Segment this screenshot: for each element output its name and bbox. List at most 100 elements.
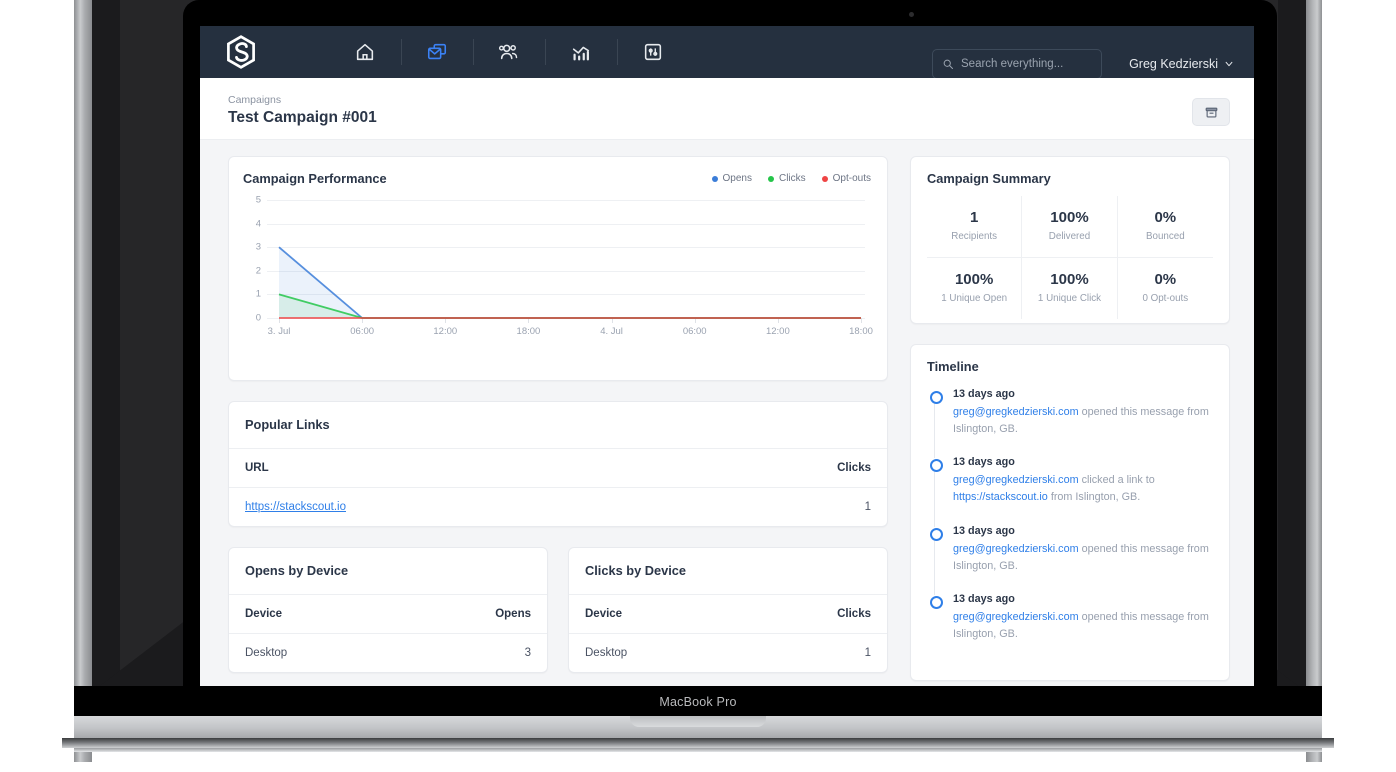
stackscout-logo[interactable] (223, 34, 259, 70)
series-line-clicks (279, 294, 861, 318)
x-axis-tick-label: 18:00 (517, 326, 541, 337)
summary-label: 1 Unique Open (929, 293, 1019, 304)
summary-label: Bounced (1120, 231, 1211, 242)
timeline-description: greg@gregkedzierski.com opened this mess… (953, 541, 1213, 574)
nav-item-contacts[interactable] (473, 26, 545, 78)
popular-links-card: Popular Links URL Clicks https://stacksc… (228, 401, 888, 527)
page-body: Campaign Performance Opens Clicks Opt-outs… (200, 140, 1254, 686)
clicks-by-device-columns: Device Clicks (569, 595, 887, 634)
column-clicks: Clicks (837, 608, 871, 620)
laptop-left-edge (74, 0, 92, 762)
y-axis-tick-label: 1 (243, 289, 261, 300)
timeline-contact-link[interactable]: greg@gregkedzierski.com (953, 543, 1079, 555)
x-axis-tick-label: 06:00 (683, 326, 707, 337)
summary-value: 100% (929, 271, 1019, 288)
legend-item-opens[interactable]: Opens (712, 173, 752, 184)
chart-title: Campaign Performance (243, 171, 387, 186)
legend-swatch (712, 176, 718, 182)
timeline-contact-link[interactable]: greg@gregkedzierski.com (953, 611, 1079, 623)
timeline-contact-link[interactable]: greg@gregkedzierski.com (953, 474, 1079, 486)
people-icon (498, 41, 520, 63)
timeline-contact-link[interactable]: greg@gregkedzierski.com (953, 406, 1079, 418)
y-axis-tick-label: 3 (243, 242, 261, 253)
device-name: Desktop (245, 647, 287, 659)
timeline-timestamp: 13 days ago (953, 593, 1213, 605)
x-axis-tick-label: 12:00 (766, 326, 790, 337)
table-row: Desktop 1 (569, 634, 887, 672)
screenshot-root: MacBook Pro (0, 0, 1396, 772)
legend-item-opt-outs[interactable]: Opt-outs (822, 173, 871, 184)
opens-by-device-header: Opens by Device (229, 548, 547, 595)
chevron-down-icon (1224, 59, 1234, 69)
laptop-base-foot (74, 748, 1322, 752)
timeline-item: 13 days agogreg@gregkedzierski.com opene… (927, 525, 1213, 593)
x-axis-tick-label: 18:00 (849, 326, 873, 337)
archive-button[interactable] (1192, 98, 1230, 126)
timeline-description: greg@gregkedzierski.com opened this mess… (953, 609, 1213, 642)
top-navigation-bar: Search everything... Greg Kedzierski (200, 26, 1254, 78)
summary-label: 0 Opt-outs (1120, 293, 1211, 304)
summary-stat: 100% Delivered (1022, 196, 1117, 257)
summary-label: Recipients (929, 231, 1019, 242)
timeline-item: 13 days ago greg@gregkedzierski.com opene… (927, 593, 1213, 661)
opens-by-device-title: Opens by Device (245, 563, 348, 578)
user-menu[interactable]: Greg Kedzierski (1129, 57, 1234, 71)
user-name: Greg Kedzierski (1129, 57, 1218, 71)
legend-label: Opens (723, 173, 752, 184)
search-placeholder: Search everything... (961, 58, 1063, 70)
timeline-description: greg@gregkedzierski.com opened this mess… (953, 404, 1213, 437)
x-axis-tick-label: 06:00 (350, 326, 374, 337)
mail-stack-icon (426, 41, 448, 63)
summary-stat: 100% 1 Unique Open (927, 257, 1022, 319)
clicks-by-device-card: Clicks by Device Device Clicks Desktop 1 (568, 547, 888, 673)
y-axis-tick-label: 4 (243, 218, 261, 229)
legend-swatch (822, 176, 828, 182)
screen-content: Search everything... Greg Kedzierski Cam… (200, 26, 1254, 686)
popular-link-url[interactable]: https://stackscout.io (245, 501, 346, 513)
main-column: Campaign Performance Opens Clicks Opt-outs… (228, 156, 888, 686)
legend-item-clicks[interactable]: Clicks (768, 173, 806, 184)
webcam-icon (909, 12, 914, 17)
clicks-by-device-title: Clicks by Device (585, 563, 686, 578)
device-name: Desktop (585, 647, 627, 659)
popular-link-clicks: 1 (865, 501, 871, 513)
y-axis-tick-label: 0 (243, 313, 261, 324)
summary-value: 100% (1024, 209, 1114, 226)
clicks-by-device-header: Clicks by Device (569, 548, 887, 595)
y-axis-tick-label: 2 (243, 265, 261, 276)
summary-value: 0% (1120, 209, 1211, 226)
opens-by-device-card: Opens by Device Device Opens Desktop 3 (228, 547, 548, 673)
campaign-summary-title: Campaign Summary (927, 171, 1213, 186)
chart-header: Campaign Performance Opens Clicks Opt-outs (243, 171, 871, 186)
campaign-performance-card: Campaign Performance Opens Clicks Opt-outs… (228, 156, 888, 381)
summary-stat: 0%0 Opt-outs (1118, 257, 1213, 319)
nav-item-settings[interactable] (617, 26, 689, 78)
breadcrumb[interactable]: Campaigns (228, 94, 1226, 106)
timeline-title: Timeline (927, 359, 1213, 374)
laptop-base-shadow (62, 738, 1334, 748)
summary-value: 1 (929, 209, 1019, 226)
summary-value: 100% (1024, 271, 1114, 288)
home-icon (354, 41, 376, 63)
page-header: Campaigns Test Campaign #001 (200, 78, 1254, 140)
legend-label: Opt-outs (833, 173, 871, 184)
nav-item-home[interactable] (329, 26, 401, 78)
timeline-item: 13 days ago greg@gregkedzierski.com opene… (927, 388, 1213, 456)
search-icon (942, 58, 954, 70)
nav-item-analytics[interactable] (545, 26, 617, 78)
timeline-timestamp: 13 days ago (953, 388, 1213, 400)
popular-links-header: Popular Links (229, 402, 887, 449)
device-count: 1 (865, 647, 871, 659)
archive-icon (1204, 105, 1219, 120)
search-input[interactable]: Search everything... (932, 49, 1102, 79)
table-row: Desktop 3 (229, 634, 547, 672)
laptop-right-edge (1306, 0, 1322, 762)
summary-label: Delivered (1024, 231, 1114, 242)
series-line-opens (279, 247, 861, 318)
nav-item-campaigns[interactable] (401, 26, 473, 78)
timeline-url-link[interactable]: https://stackscout.io (953, 491, 1048, 503)
timeline-description: greg@gregkedzierski.com clicked a link t… (953, 472, 1213, 505)
y-axis-tick-label: 5 (243, 195, 261, 206)
column-opens: Opens (495, 608, 531, 620)
x-axis-tick-label: 12:00 (433, 326, 457, 337)
